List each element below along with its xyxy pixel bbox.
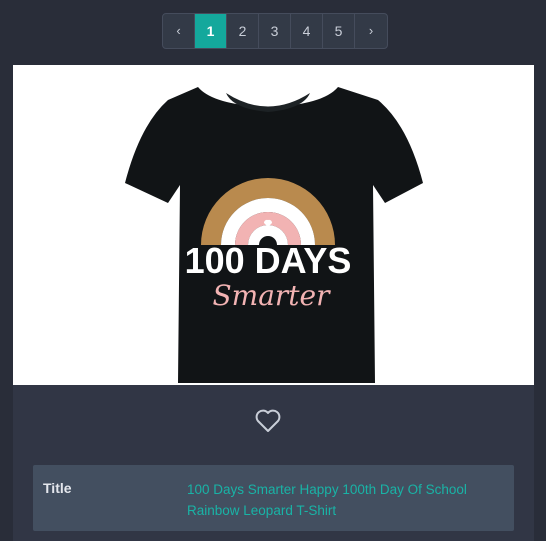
- shirt-script-text: Smarter: [212, 279, 331, 312]
- prev-page-button[interactable]: ‹: [163, 14, 195, 48]
- pagination: ‹ 1 2 3 4 5 ›: [162, 13, 388, 49]
- heart-outline-icon: [255, 409, 281, 432]
- title-value-link[interactable]: 100 Days Smarter Happy 100th Day Of Scho…: [187, 479, 507, 521]
- title-label: Title: [43, 480, 72, 496]
- details-row-title: Title 100 Days Smarter Happy 100th Day O…: [33, 465, 514, 531]
- page-button-2[interactable]: 2: [227, 14, 259, 48]
- shirt-main-text: 100 DAYS: [185, 240, 352, 281]
- page-button-3[interactable]: 3: [259, 14, 291, 48]
- page-button-5[interactable]: 5: [323, 14, 355, 48]
- product-card: 100 DAYS Smarter Title 100 Days Smarter …: [13, 65, 534, 541]
- tshirt-graphic: 100 DAYS Smarter: [125, 87, 423, 383]
- favorite-button[interactable]: [254, 408, 282, 434]
- page-button-1[interactable]: 1: [195, 14, 227, 48]
- product-image[interactable]: 100 DAYS Smarter: [13, 65, 534, 385]
- next-page-button[interactable]: ›: [355, 14, 387, 48]
- page-button-4[interactable]: 4: [291, 14, 323, 48]
